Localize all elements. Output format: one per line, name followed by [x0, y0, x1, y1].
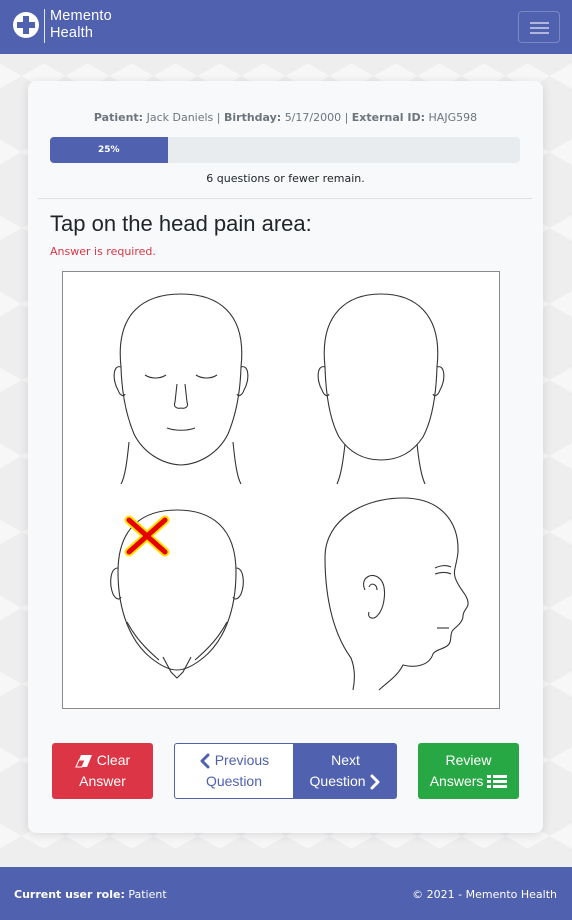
progress-label: 25% [97, 145, 120, 155]
x-mark-icon [124, 515, 170, 557]
birthday-label: Birthday: [223, 111, 282, 124]
clear-label-1: Clear [96, 752, 131, 768]
previous-label-2: Question [205, 773, 263, 789]
current-user-role: Current user role: Patient [14, 888, 167, 901]
role-label: Current user role: [14, 888, 125, 901]
list-icon [487, 775, 508, 789]
previous-question-button[interactable]: Previous Question [174, 743, 294, 799]
previous-label-1: Previous [214, 752, 270, 768]
eraser-icon [75, 755, 92, 768]
divider [38, 198, 532, 199]
next-question-button[interactable]: Next Question [294, 743, 397, 799]
next-label-1: Next [331, 752, 360, 768]
head-front-view[interactable] [113, 293, 249, 485]
external-id-value: HAJG598 [428, 111, 478, 124]
patient-name: Jack Daniels [146, 111, 214, 124]
navbar: Memento Health [0, 0, 572, 54]
head-side-view[interactable] [324, 497, 469, 691]
question-card: Patient: Jack Daniels | Birthday: 5/17/2… [28, 81, 543, 833]
progress-fill: 25% [50, 137, 168, 163]
footer: Current user role: Patient © 2021 - Meme… [0, 867, 572, 920]
head-diagram-tap-area[interactable] [62, 271, 500, 709]
questions-remaining: 6 questions or fewer remain. [206, 172, 365, 185]
medical-cross-logo-icon[interactable] [12, 11, 40, 39]
required-error: Answer is required. [50, 245, 156, 258]
review-label-1: Review [445, 752, 492, 768]
menu-toggle-button[interactable] [518, 11, 560, 43]
role-value: Patient [128, 888, 167, 901]
chevron-right-icon [370, 774, 380, 790]
chevron-left-icon [200, 753, 210, 769]
progress-bar: 25% [50, 137, 520, 163]
brand-name-line1: Memento [50, 8, 112, 24]
head-top-view[interactable] [110, 509, 244, 679]
birthday-value: 5/17/2000 [284, 111, 342, 124]
external-id-label: External ID: [351, 111, 426, 124]
brand-name-line2: Health [50, 25, 94, 41]
question-title: Tap on the head pain area: [50, 211, 312, 236]
brand-divider [44, 9, 45, 43]
patient-info: Patient: Jack Daniels | Birthday: 5/17/2… [93, 111, 478, 124]
brand-name[interactable]: Memento Health [50, 8, 112, 42]
clear-answer-button[interactable]: Clear Answer [52, 743, 153, 799]
review-answers-button[interactable]: Review Answers [418, 743, 519, 799]
copyright: © 2021 - Memento Health [412, 888, 557, 901]
clear-label-2: Answer [79, 773, 126, 789]
head-back-view[interactable] [317, 293, 445, 485]
review-label-2: Answers [429, 773, 484, 789]
patient-label: Patient: [93, 111, 144, 124]
next-label-2: Question [309, 773, 366, 789]
